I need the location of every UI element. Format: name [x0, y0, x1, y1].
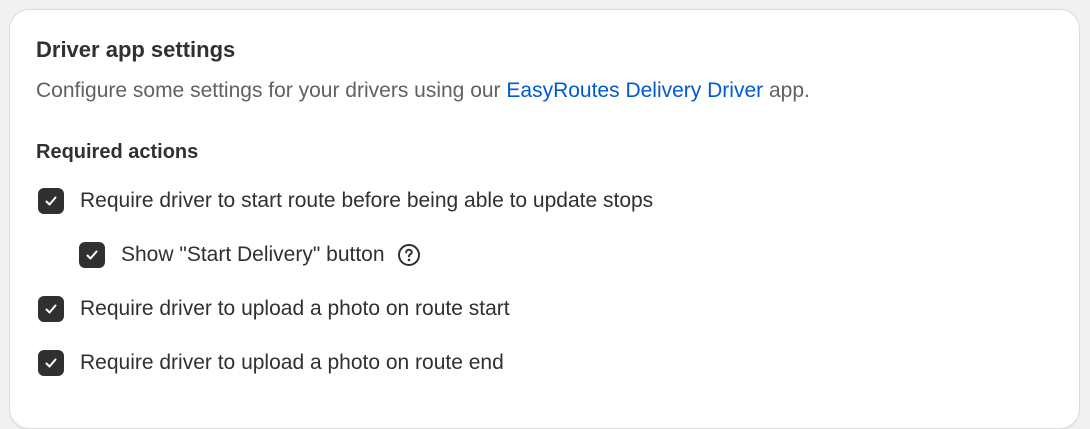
- question-circle-icon[interactable]: [397, 243, 421, 267]
- checkmark-icon: [86, 250, 98, 260]
- driver-app-settings-card: Driver app settings Configure some setti…: [9, 9, 1080, 429]
- show-start-delivery-label: Show "Start Delivery" button: [121, 243, 385, 266]
- require-start-route-option[interactable]: Require driver to start route before bei…: [38, 188, 653, 214]
- show-start-delivery-checkbox[interactable]: [79, 242, 105, 268]
- checkmark-icon: [45, 304, 57, 314]
- require-start-route-checkbox[interactable]: [38, 188, 64, 214]
- require-photo-route-start-checkbox[interactable]: [38, 296, 64, 322]
- require-photo-route-start-option[interactable]: Require driver to upload a photo on rout…: [38, 296, 510, 322]
- require-photo-route-end-label: Require driver to upload a photo on rout…: [80, 351, 504, 374]
- require-photo-route-end-checkbox[interactable]: [38, 350, 64, 376]
- required-actions-heading: Required actions: [36, 141, 199, 163]
- require-photo-route-end-option[interactable]: Require driver to upload a photo on rout…: [38, 350, 504, 376]
- require-start-route-label: Require driver to start route before bei…: [80, 189, 654, 212]
- show-start-delivery-option[interactable]: Show "Start Delivery" button: [79, 242, 421, 268]
- description-prefix: Configure some settings for your drivers…: [36, 79, 507, 102]
- checkmark-icon: [45, 358, 57, 368]
- card-title: Driver app settings: [36, 37, 236, 62]
- description-suffix: app.: [763, 79, 810, 102]
- card-description: Configure some settings for your drivers…: [36, 79, 810, 103]
- easyroutes-driver-app-link[interactable]: EasyRoutes Delivery Driver: [506, 79, 763, 102]
- checkmark-icon: [45, 196, 57, 206]
- require-photo-route-start-label: Require driver to upload a photo on rout…: [80, 297, 510, 320]
